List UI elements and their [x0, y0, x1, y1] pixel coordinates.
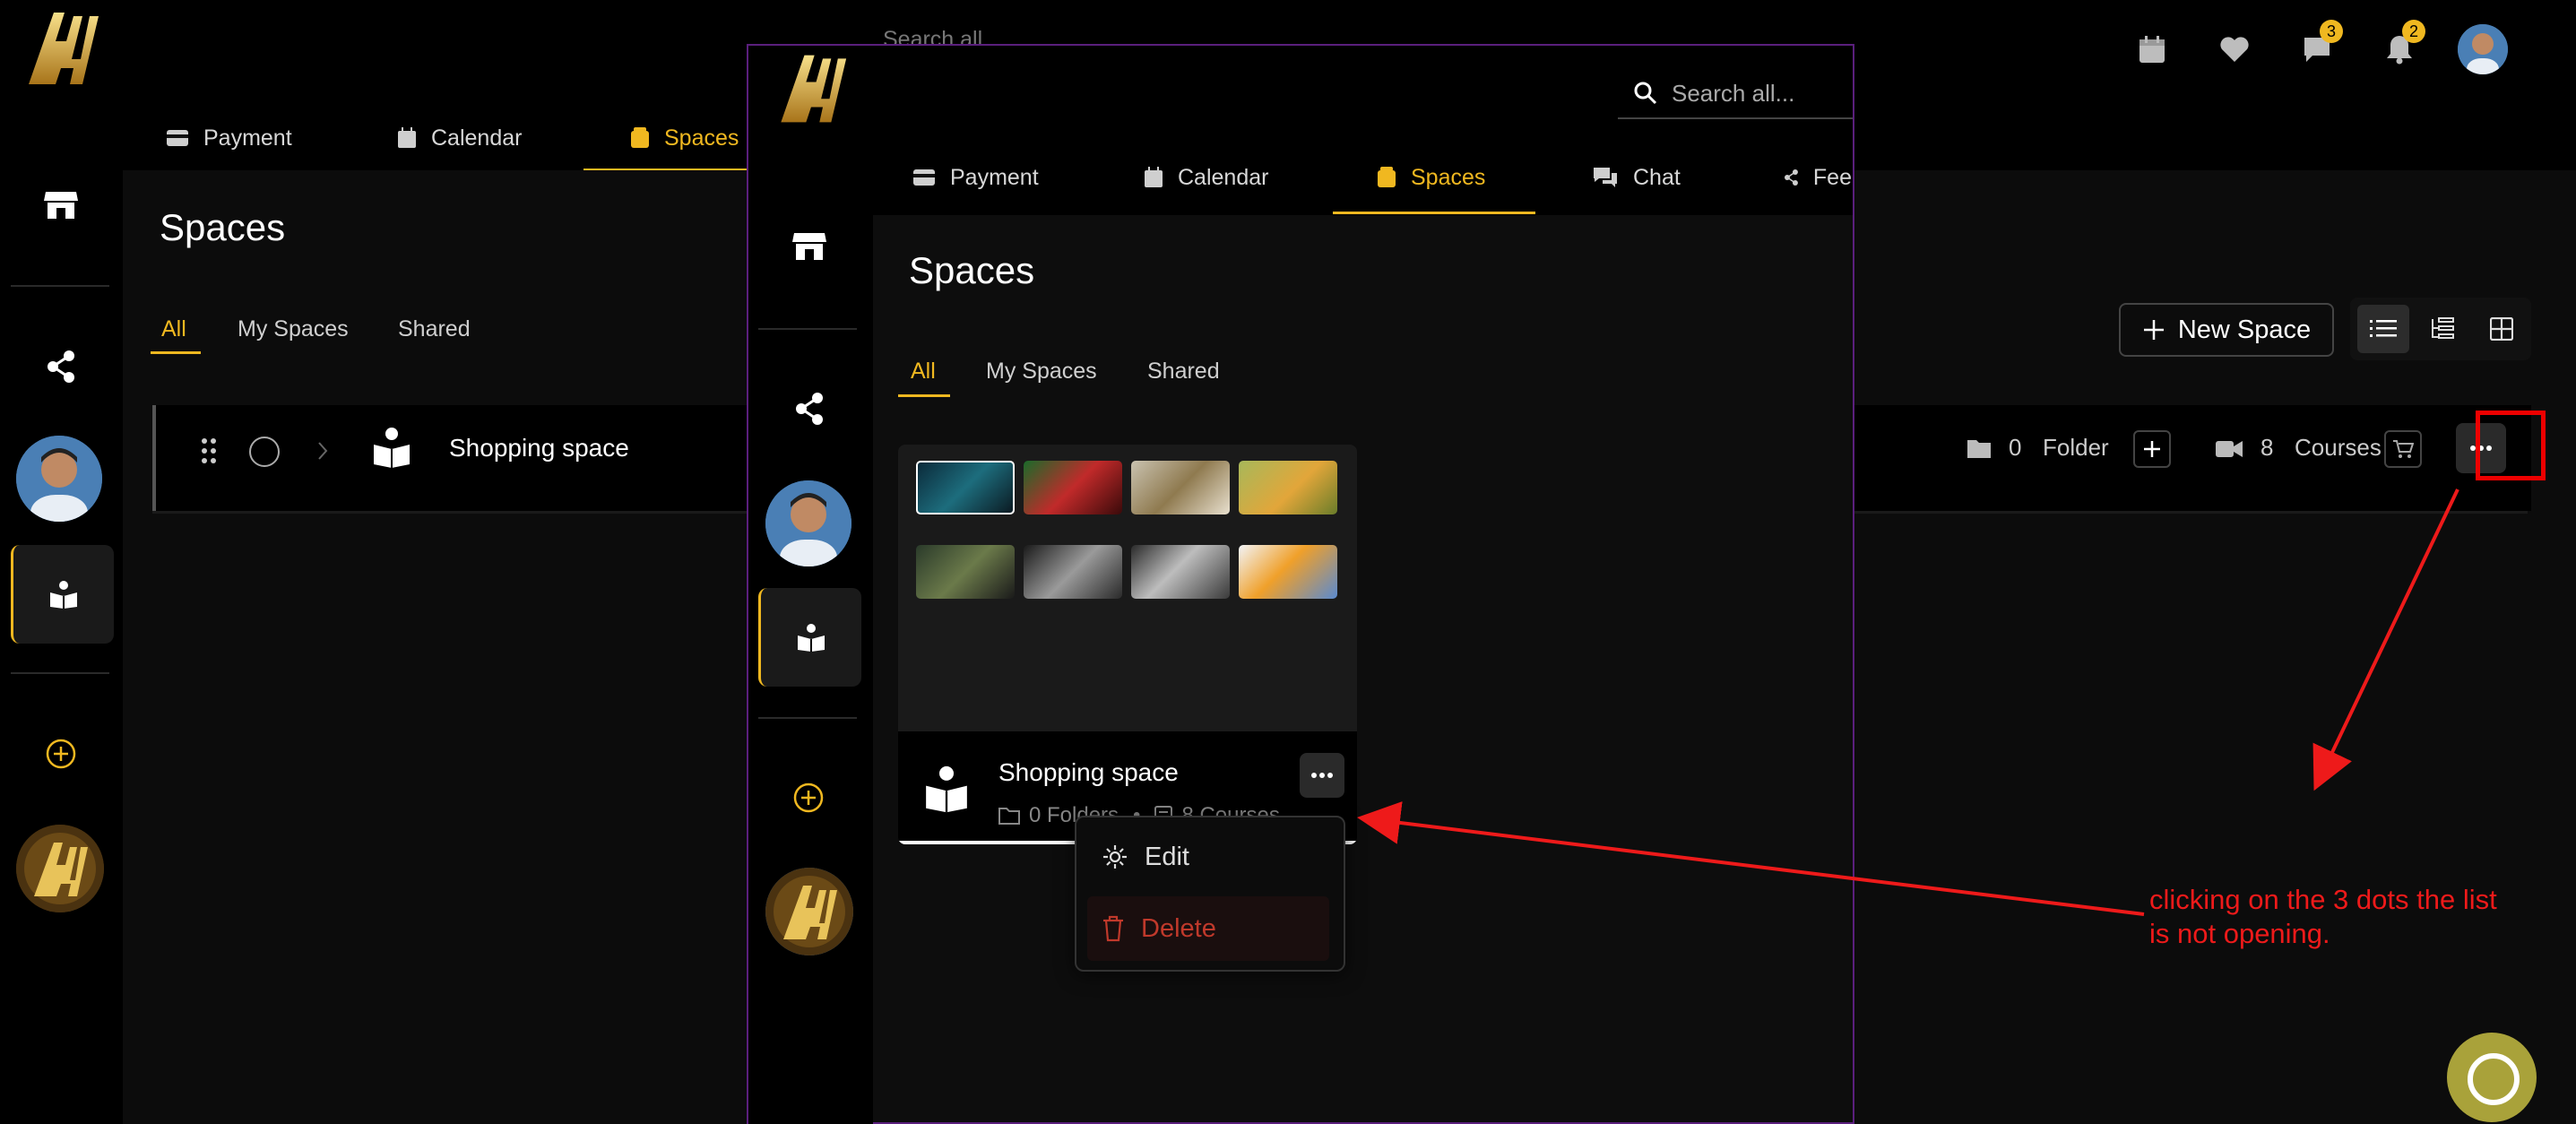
annotation-text: clicking on the 3 dots the list is not o…: [2149, 883, 2497, 951]
support-chat-bubble[interactable]: [2445, 1024, 2538, 1124]
annotation-arrows: [1357, 489, 2459, 916]
annotation-arrow-down: [2312, 489, 2459, 791]
annotation-arrow-left: [1357, 801, 2145, 916]
annotation-line-2: is not opening.: [2149, 918, 2330, 949]
annotation-line-1: clicking on the 3 dots the list: [2149, 884, 2497, 915]
